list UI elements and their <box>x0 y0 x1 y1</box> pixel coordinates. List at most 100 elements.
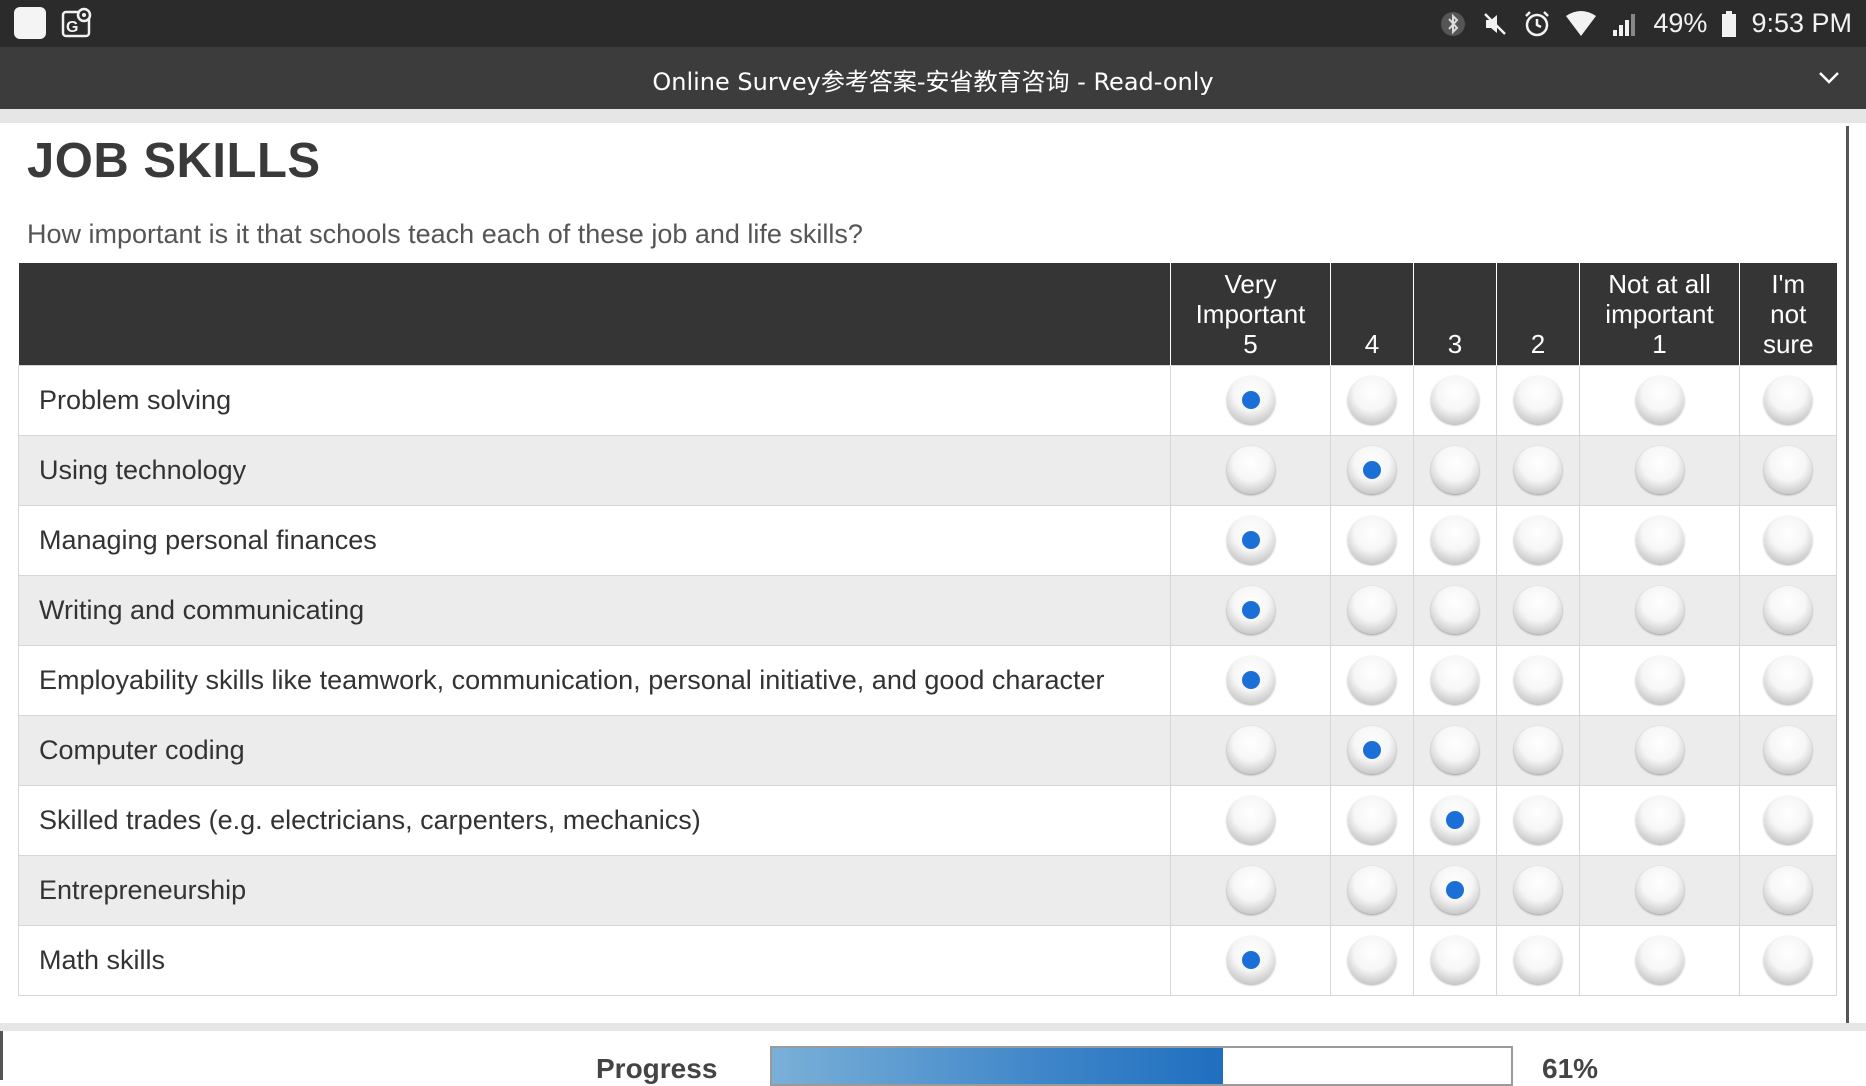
radio-button[interactable] <box>1226 656 1275 704</box>
radio-cell <box>1170 574 1331 645</box>
radio-button[interactable] <box>1514 656 1562 704</box>
svg-text:G: G <box>66 19 78 36</box>
table-row: Using technology <box>18 434 1837 505</box>
radio-cell <box>1330 504 1414 575</box>
maps-icon: G <box>60 7 92 39</box>
radio-cell <box>1330 434 1414 505</box>
radio-button[interactable] <box>1431 726 1479 774</box>
radio-button[interactable] <box>1635 446 1684 494</box>
divider <box>0 109 1866 123</box>
radio-button[interactable] <box>1635 936 1684 984</box>
radio-button[interactable] <box>1635 516 1684 564</box>
radio-button[interactable] <box>1764 586 1812 634</box>
radio-button[interactable] <box>1764 516 1812 564</box>
radio-cell <box>1496 854 1580 925</box>
alarm-icon <box>1523 10 1551 38</box>
row-label: Using technology <box>18 434 1171 505</box>
radio-button[interactable] <box>1431 936 1479 984</box>
radio-button[interactable] <box>1635 796 1684 844</box>
radio-button[interactable] <box>1764 936 1812 984</box>
radio-cell <box>1413 924 1497 996</box>
radio-cell <box>1330 924 1414 996</box>
radio-button[interactable] <box>1226 376 1275 424</box>
radio-button[interactable] <box>1764 796 1812 844</box>
radio-button[interactable] <box>1514 936 1562 984</box>
radio-cell <box>1739 644 1837 715</box>
radio-cell <box>1579 434 1740 505</box>
radio-button[interactable] <box>1226 516 1275 564</box>
radio-cell <box>1413 504 1497 575</box>
radio-button[interactable] <box>1431 446 1479 494</box>
radio-cell <box>1579 854 1740 925</box>
radio-button[interactable] <box>1635 866 1684 914</box>
radio-cell <box>1330 364 1414 435</box>
header-line: Not at all <box>1608 268 1711 299</box>
radio-button[interactable] <box>1226 936 1275 984</box>
radio-cell <box>1413 644 1497 715</box>
table-row: Entrepreneurship <box>18 854 1837 925</box>
row-label: Writing and communicating <box>18 574 1171 645</box>
radio-cell <box>1496 784 1580 855</box>
radio-button[interactable] <box>1764 376 1812 424</box>
radio-button[interactable] <box>1348 936 1396 984</box>
radio-button[interactable] <box>1764 656 1812 704</box>
radio-button[interactable] <box>1514 586 1562 634</box>
header-column: Not at all important 1 <box>1579 263 1740 365</box>
radio-button[interactable] <box>1226 796 1275 844</box>
radio-cell <box>1413 364 1497 435</box>
radio-button[interactable] <box>1226 586 1275 634</box>
header-blank <box>18 263 1171 365</box>
radio-button[interactable] <box>1348 656 1396 704</box>
radio-button[interactable] <box>1514 376 1562 424</box>
row-label: Computer coding <box>18 714 1171 785</box>
radio-cell <box>1170 644 1331 715</box>
header-line: 3 <box>1447 328 1463 359</box>
radio-button[interactable] <box>1431 656 1479 704</box>
section-title: JOB SKILLS <box>27 134 321 188</box>
radio-button[interactable] <box>1431 866 1479 914</box>
radio-button[interactable] <box>1226 866 1275 914</box>
header-line: I'm <box>1771 268 1806 299</box>
radio-button[interactable] <box>1348 376 1396 424</box>
scrollbar[interactable] <box>1846 126 1849 1026</box>
header-line: 4 <box>1364 328 1380 359</box>
radio-button[interactable] <box>1348 866 1396 914</box>
radio-button[interactable] <box>1348 726 1396 774</box>
radio-button[interactable] <box>1635 656 1684 704</box>
radio-button[interactable] <box>1431 796 1479 844</box>
radio-button[interactable] <box>1348 586 1396 634</box>
radio-button[interactable] <box>1226 446 1275 494</box>
radio-button[interactable] <box>1514 726 1562 774</box>
survey-page: JOB SKILLS How important is it that scho… <box>0 109 1866 1086</box>
radio-cell <box>1413 854 1497 925</box>
radio-button[interactable] <box>1764 446 1812 494</box>
radio-button[interactable] <box>1635 376 1684 424</box>
chevron-down-icon[interactable] <box>1814 63 1844 93</box>
radio-button[interactable] <box>1431 516 1479 564</box>
progress-bar <box>770 1046 1513 1086</box>
radio-button[interactable] <box>1226 726 1275 774</box>
radio-button[interactable] <box>1431 586 1479 634</box>
radio-button[interactable] <box>1431 376 1479 424</box>
radio-cell <box>1739 504 1837 575</box>
radio-button[interactable] <box>1635 586 1684 634</box>
radio-cell <box>1496 644 1580 715</box>
radio-button[interactable] <box>1348 796 1396 844</box>
header-line: Important <box>1195 298 1306 329</box>
progress-value: 61% <box>1542 1053 1599 1084</box>
radio-button[interactable] <box>1514 446 1562 494</box>
radio-button[interactable] <box>1514 866 1562 914</box>
header-line: Very <box>1224 268 1277 299</box>
header-column: 4 <box>1330 263 1414 365</box>
radio-button[interactable] <box>1514 516 1562 564</box>
radio-cell <box>1739 854 1837 925</box>
radio-button[interactable] <box>1764 866 1812 914</box>
radio-button[interactable] <box>1348 516 1396 564</box>
radio-button[interactable] <box>1514 796 1562 844</box>
title-bar: Online Survey参考答案-安省教育咨询 - Read-only <box>0 47 1866 109</box>
radio-button[interactable] <box>1635 726 1684 774</box>
radio-button[interactable] <box>1764 726 1812 774</box>
radio-button[interactable] <box>1348 446 1396 494</box>
table-row: Math skills <box>18 924 1837 996</box>
header-line: 2 <box>1530 328 1546 359</box>
